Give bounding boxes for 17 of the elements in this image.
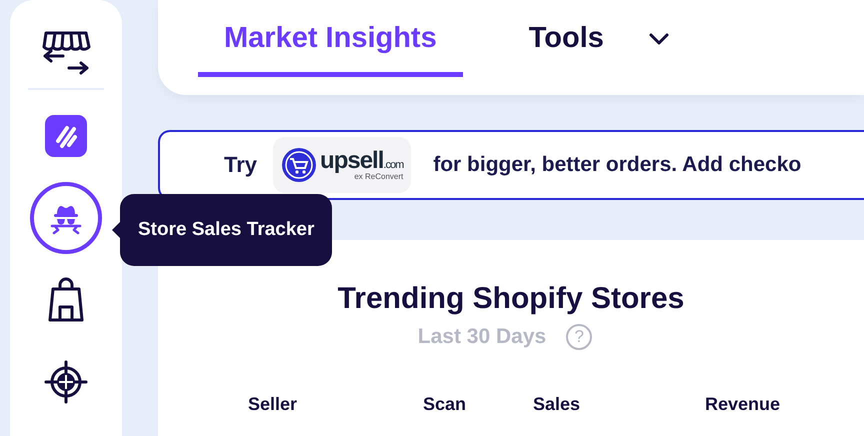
column-header: Scan (423, 394, 468, 415)
app-icon (45, 115, 87, 157)
nav-tab[interactable]: Market Insights (198, 0, 463, 77)
storefront-icon (41, 29, 91, 75)
card-title: Trending Shopify Stores (338, 282, 684, 316)
period-label: Last 30 Days (418, 325, 546, 349)
promo-message: for bigger, better orders. Add checko (433, 153, 802, 177)
column-header: Sales (533, 394, 582, 415)
try-label: Try (224, 152, 258, 178)
upsell-logo[interactable]: upsell.com ex ReConvert (273, 137, 412, 193)
cart-icon (281, 147, 318, 183)
column-header: Seller (248, 394, 298, 415)
target-icon (44, 360, 88, 404)
column-header: Revenue (705, 394, 782, 415)
nav-tab[interactable]: Tools (502, 0, 696, 77)
shopping-bag-icon (46, 277, 86, 323)
tooltip: Store Sales Tracker (120, 194, 332, 266)
